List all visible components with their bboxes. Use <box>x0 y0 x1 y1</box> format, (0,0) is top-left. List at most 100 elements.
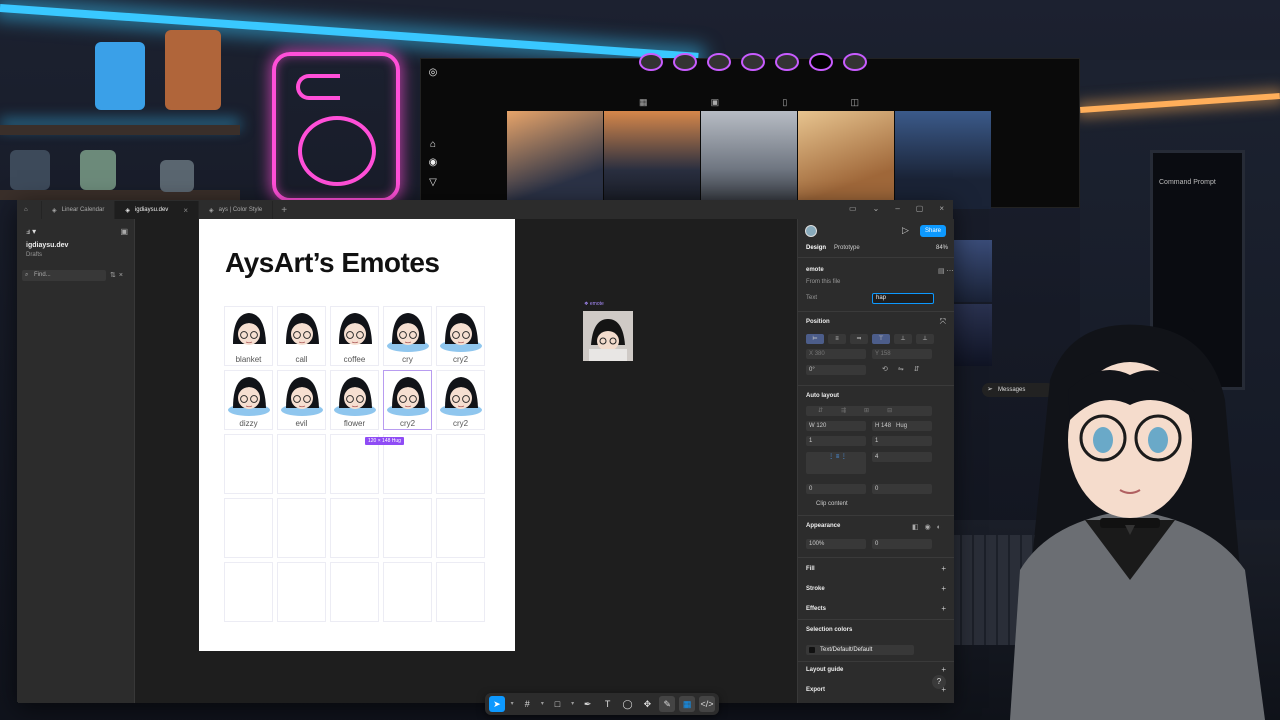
chevron-down-icon[interactable]: ▾ <box>569 696 575 712</box>
y-input[interactable]: Y 158 <box>872 349 932 359</box>
add-layout-guide-icon[interactable]: + <box>941 665 946 674</box>
chevron-down-icon[interactable]: ▾ <box>539 696 545 712</box>
spacing-input[interactable]: 4 <box>872 452 932 462</box>
empty-emote-cell[interactable] <box>277 498 326 558</box>
rotation-input[interactable]: 0° <box>806 365 866 375</box>
selection-color-row[interactable]: Text/Default/Default <box>806 645 914 655</box>
component-source[interactable]: From this file <box>806 279 840 285</box>
new-tab-icon[interactable]: + <box>273 205 295 216</box>
minimize-icon[interactable]: – <box>895 204 899 213</box>
clip-content-label[interactable]: Clip content <box>816 501 848 507</box>
empty-emote-cell[interactable] <box>330 498 379 558</box>
story-avatar[interactable] <box>673 53 697 71</box>
tab-design[interactable]: Design <box>806 245 826 251</box>
story-avatar[interactable] <box>741 53 765 71</box>
reels-tab-icon[interactable]: ▣ <box>711 97 720 109</box>
post-thumbnail[interactable] <box>798 111 894 209</box>
empty-emote-cell[interactable] <box>224 434 273 494</box>
empty-emote-cell[interactable] <box>436 562 485 622</box>
alignment-grid[interactable]: ⋮ ≡ ⋮ <box>806 452 866 474</box>
text-tool-icon[interactable]: T <box>600 696 616 712</box>
move-tool-icon[interactable]: ➤ <box>489 696 505 712</box>
emote-cell[interactable]: call <box>277 306 326 366</box>
chevron-down-icon[interactable]: ▾ <box>509 696 515 712</box>
add-effect-icon[interactable]: + <box>941 604 946 613</box>
saved-icon[interactable]: ▯ <box>782 97 787 109</box>
padding-input-b[interactable]: 0 <box>872 484 932 494</box>
appearance-icons[interactable]: ◧◉◐ <box>912 523 947 531</box>
share-button[interactable]: Share <box>920 225 946 237</box>
grid-icon[interactable]: ▦ <box>639 97 648 109</box>
zoom-level[interactable]: 84% <box>936 245 948 251</box>
align-bottom-icon[interactable]: ⊥ <box>916 334 934 344</box>
avatar[interactable] <box>805 225 817 237</box>
post-thumbnail[interactable] <box>507 111 603 209</box>
empty-emote-cell[interactable] <box>330 562 379 622</box>
empty-emote-cell[interactable] <box>277 434 326 494</box>
align-top-icon[interactable]: ⊤ <box>872 334 890 344</box>
emote-cell[interactable]: cry <box>383 306 432 366</box>
chevron-down-icon[interactable]: ⌄ <box>873 204 880 213</box>
story-avatar[interactable] <box>843 53 867 71</box>
sidebar-toggle-icon[interactable]: ▣ <box>120 227 128 236</box>
file-name[interactable]: igdiaysu.dev <box>26 242 68 249</box>
story-avatar[interactable] <box>707 53 731 71</box>
dev-mode-icon[interactable]: </> <box>699 696 715 712</box>
tab-color-style[interactable]: ◈ ays | Color Style <box>199 201 274 219</box>
shape-tool-icon[interactable]: □ <box>550 696 566 712</box>
tagged-icon[interactable]: ◫ <box>850 97 859 109</box>
empty-emote-cell[interactable] <box>224 498 273 558</box>
design-canvas[interactable]: AysArt’s Emotes blanket call coffee cry cry2… <box>135 219 797 715</box>
draw-mode-icon[interactable]: ✎ <box>659 696 676 712</box>
component-label[interactable]: ❖ emote <box>584 301 604 307</box>
frame-tool-icon[interactable]: # <box>519 696 535 712</box>
padding-input-a[interactable]: 0 <box>806 484 866 494</box>
align-middle-icon[interactable]: ⊥ <box>894 334 912 344</box>
story-avatar[interactable] <box>775 53 799 71</box>
find-options-icons[interactable]: ⇅× <box>110 271 126 279</box>
reels-icon[interactable]: ◉ <box>427 157 439 169</box>
opacity-input[interactable]: 100% <box>806 539 866 549</box>
align-right-icon[interactable]: ⫤ <box>850 334 868 344</box>
post-thumbnail[interactable] <box>895 111 991 209</box>
panel-icon[interactable]: ▭ <box>849 204 857 213</box>
layout-direction-controls[interactable]: ⇵⇶⊞⊟ <box>806 406 932 416</box>
emote-cell[interactable]: blanket <box>224 306 273 366</box>
add-stroke-icon[interactable]: + <box>941 584 946 593</box>
align-center-icon[interactable]: ≡ <box>828 334 846 344</box>
empty-emote-cell[interactable] <box>277 562 326 622</box>
figma-menu-icon[interactable]: ⅎ ▾ <box>26 227 36 236</box>
maximize-icon[interactable]: ▢ <box>916 204 924 213</box>
fullscreen-icon[interactable]: ⤧ <box>940 317 946 327</box>
emote-cell[interactable]: cry2 <box>436 370 485 430</box>
emotes-frame[interactable]: AysArt’s Emotes blanket call coffee cry cry2… <box>199 219 515 651</box>
home-tab-icon[interactable]: ⌂ <box>18 201 42 219</box>
emote-cell[interactable]: coffee <box>330 306 379 366</box>
gap-input-a[interactable]: 1 <box>806 436 866 446</box>
align-left-icon[interactable]: ⊨ <box>806 334 824 344</box>
post-thumbnail[interactable] <box>701 111 797 209</box>
emote-cell[interactable]: dizzy <box>224 370 273 430</box>
emote-cell[interactable]: evil <box>277 370 326 430</box>
tab-prototype[interactable]: Prototype <box>834 245 860 251</box>
flip-controls-icons[interactable]: ⟲⇋⇵ <box>882 365 930 373</box>
pen-tool-icon[interactable]: ✒ <box>580 696 596 712</box>
emote-cell[interactable]: flower <box>330 370 379 430</box>
empty-emote-cell[interactable] <box>224 562 273 622</box>
find-input[interactable]: ⌕ Find... <box>22 270 106 281</box>
present-icon[interactable]: ▷ <box>902 225 909 236</box>
story-avatar[interactable] <box>639 53 663 71</box>
component-name[interactable]: emote <box>806 267 824 273</box>
tab-igdiaysu[interactable]: ◈ igdiaysu.dev × <box>115 201 199 219</box>
empty-emote-cell[interactable] <box>383 498 432 558</box>
explore-icon[interactable]: ▽ <box>427 177 439 189</box>
empty-emote-cell[interactable] <box>383 562 432 622</box>
post-thumbnail[interactable] <box>952 240 992 302</box>
tab-linear-calendar[interactable]: ◈ Linear Calendar <box>42 201 116 219</box>
text-property-input[interactable]: hap <box>872 293 934 304</box>
comment-tool-icon[interactable]: ◯ <box>620 696 636 712</box>
story-avatar[interactable] <box>809 53 833 71</box>
empty-emote-cell[interactable] <box>436 434 485 494</box>
width-input[interactable]: W 120 <box>806 421 866 431</box>
design-mode-icon[interactable]: ▦ <box>679 696 696 712</box>
